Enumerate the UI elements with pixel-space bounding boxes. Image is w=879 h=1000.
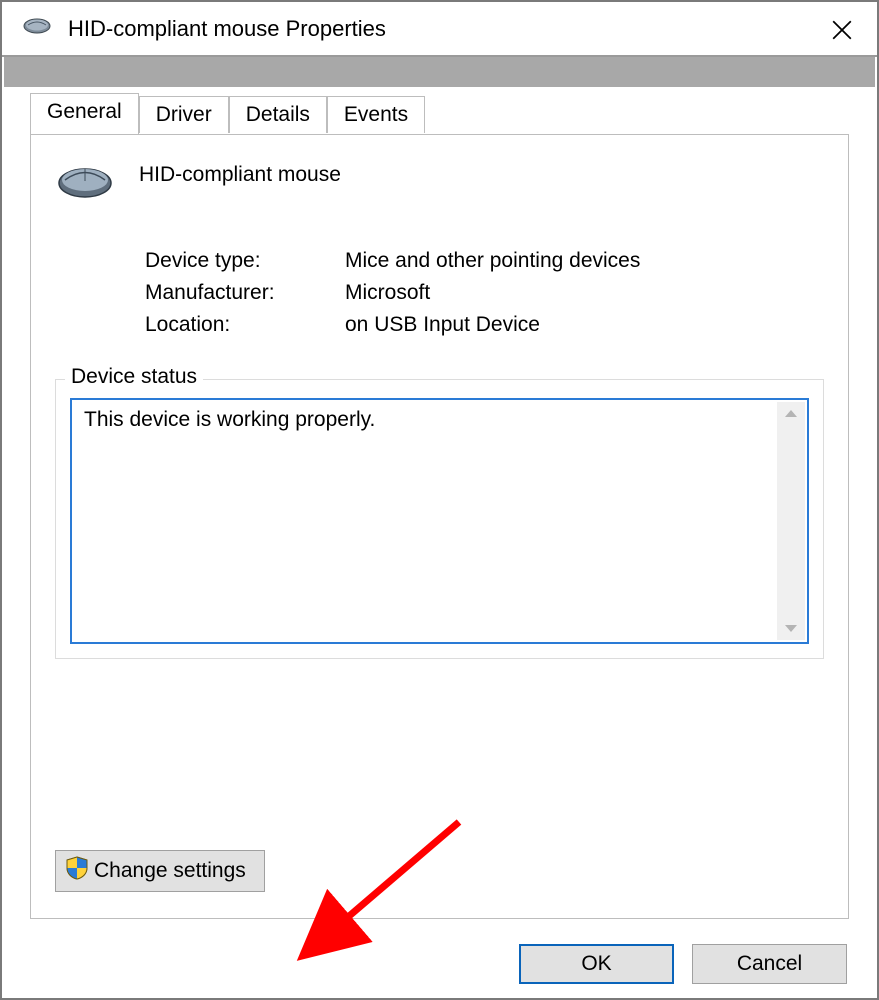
device-name: HID-compliant mouse [139,163,341,187]
tab-events[interactable]: Events [327,96,425,133]
device-status-group: Device status This device is working pro… [55,379,824,659]
mouse-icon [22,16,52,42]
window-title: HID-compliant mouse Properties [68,16,386,42]
device-status-textbox[interactable]: This device is working properly. [70,398,809,644]
device-status-legend: Device status [65,365,203,389]
tab-general[interactable]: General [30,93,139,134]
device-status-text: This device is working properly. [72,400,807,440]
device-type-value: Mice and other pointing devices [345,249,640,273]
properties-dialog: HID-compliant mouse Properties GeneralDr… [0,0,879,1000]
manufacturer-value: Microsoft [345,281,430,305]
device-identity: HID-compliant mouse [55,159,824,207]
dialog-buttons: OK Cancel [519,944,847,984]
scrollbar[interactable] [777,402,805,640]
location-label: Location: [145,313,345,337]
client-area: GeneralDriverDetailsEvents HID-compliant [4,57,875,996]
tab-driver[interactable]: Driver [139,96,229,133]
titlebar: HID-compliant mouse Properties [2,2,877,57]
device-status-frame: This device is working properly. [55,379,824,659]
change-settings-button[interactable]: Change settings [55,850,265,892]
ok-button[interactable]: OK [519,944,674,984]
location-value: on USB Input Device [345,313,540,337]
substrip [4,57,875,87]
manufacturer-label: Manufacturer: [145,281,345,305]
mouse-icon [55,159,115,207]
scroll-up-icon[interactable] [785,410,797,417]
tab-details[interactable]: Details [229,96,327,133]
prop-row-manufacturer: Manufacturer: Microsoft [145,281,824,305]
close-button[interactable] [807,2,877,57]
prop-row-location: Location: on USB Input Device [145,313,824,337]
uac-shield-icon [66,856,88,886]
scroll-down-icon[interactable] [785,625,797,632]
device-type-label: Device type: [145,249,345,273]
device-properties: Device type: Mice and other pointing dev… [145,249,824,337]
prop-row-device-type: Device type: Mice and other pointing dev… [145,249,824,273]
tab-panel-general: HID-compliant mouse Device type: Mice an… [30,134,849,919]
tabstrip: GeneralDriverDetailsEvents [30,93,849,135]
client-inner: GeneralDriverDetailsEvents HID-compliant [4,87,875,996]
cancel-button[interactable]: Cancel [692,944,847,984]
change-settings-label: Change settings [94,859,246,883]
